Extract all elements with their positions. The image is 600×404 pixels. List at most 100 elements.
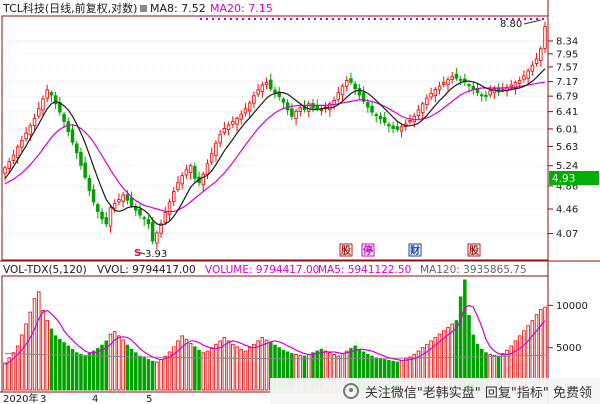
event-marker-glyph: 股	[341, 245, 352, 257]
candle-body	[100, 211, 104, 220]
volume-bar	[235, 346, 239, 391]
candle-body	[142, 217, 146, 220]
price-tick-label: 7.95	[556, 49, 578, 60]
volume-bar	[100, 344, 104, 391]
volume-bar	[83, 355, 87, 391]
volume-bar	[32, 298, 37, 391]
candle-body	[319, 109, 324, 111]
ma8-swatch	[140, 5, 147, 12]
candle-body	[429, 92, 433, 98]
candle-body	[231, 120, 235, 125]
volume-bar-series	[3, 279, 547, 391]
candlestick-series	[3, 21, 547, 250]
candle-body	[484, 94, 488, 98]
candle-body	[87, 178, 92, 191]
event-marker[interactable]: 停	[361, 243, 375, 257]
candle-body	[479, 94, 484, 97]
price-tick-label: 8.34	[556, 36, 578, 47]
candle-body	[79, 152, 83, 166]
price-grid	[2, 40, 548, 234]
candle-body	[357, 88, 362, 96]
candle-body	[83, 162, 87, 178]
volume-bar	[458, 296, 463, 391]
candle-body	[146, 219, 151, 225]
volume-bar	[239, 348, 244, 391]
candle-body	[45, 89, 49, 99]
volume-bar	[180, 335, 184, 391]
candle-body	[252, 95, 256, 104]
month-label-5: 5	[146, 394, 152, 404]
candle-body	[315, 105, 319, 110]
candle-body	[150, 222, 155, 242]
candle-body	[256, 89, 260, 95]
candle-body	[41, 98, 45, 111]
candle-body	[112, 203, 117, 209]
volume-bar	[45, 320, 49, 391]
candle-body	[408, 120, 412, 123]
candle-body	[543, 26, 547, 49]
watermark-text: 关注微信"老韩实盘" 回复"指标" 免费领	[364, 385, 592, 401]
volume-bar	[36, 291, 41, 391]
volume-bar	[3, 362, 7, 391]
candle-body	[96, 204, 100, 212]
volume-bar	[129, 348, 134, 391]
candle-body	[509, 84, 514, 87]
candle-body	[222, 128, 227, 134]
candle-body	[49, 92, 54, 96]
volume-bar	[62, 342, 66, 391]
candle-body	[534, 58, 539, 64]
volume-bar	[41, 310, 45, 391]
candle-body	[294, 110, 298, 119]
price-tick-label: 5.24	[556, 161, 578, 172]
candle-body	[391, 125, 395, 129]
candle-body	[530, 64, 535, 72]
price-tick-label: 6.79	[556, 92, 578, 103]
event-marker[interactable]: 股	[339, 243, 353, 257]
volume-bar	[24, 323, 28, 391]
high-price-arrow	[523, 19, 542, 25]
price-tick-labels: 8.347.957.577.176.796.416.015.635.244.86…	[548, 36, 578, 240]
volume-bar	[176, 340, 180, 391]
year-label: 2020年	[3, 392, 38, 404]
event-marker[interactable]: S	[134, 248, 141, 259]
volume-bar	[28, 311, 33, 391]
candle-body	[539, 48, 543, 62]
candle-body	[349, 78, 353, 83]
volume-bar	[108, 333, 113, 391]
candle-body	[273, 89, 277, 94]
volume-tick-label: 5000	[556, 343, 581, 354]
volume-bar	[74, 352, 79, 391]
volume-bar	[188, 343, 193, 391]
volume-bar	[121, 339, 125, 391]
volume-bar	[125, 344, 130, 391]
candle-body	[526, 70, 530, 79]
candle-body	[155, 232, 159, 244]
volume-indicator-name: VOL-TDX(5,120)	[3, 264, 87, 276]
candle-body	[336, 92, 341, 100]
candle-body	[281, 98, 286, 103]
volume-tick-labels: 10000 5000	[548, 301, 588, 354]
volume-bar	[209, 347, 214, 391]
candle-body	[433, 89, 438, 97]
candle-body	[125, 194, 130, 201]
ma8-label: MA8: 7.52	[150, 2, 206, 15]
candle-body	[129, 197, 134, 206]
candle-body	[425, 97, 429, 105]
event-marker[interactable]: 股	[467, 243, 481, 257]
low-price-label: 3.93	[145, 249, 167, 260]
candle-body	[201, 173, 206, 186]
candle-body	[239, 113, 244, 120]
event-marker[interactable]: 财	[408, 243, 422, 257]
volume-bar	[247, 347, 252, 391]
candle-body	[70, 129, 75, 143]
candle-body	[108, 207, 113, 227]
chart-canvas[interactable]: 8.347.957.577.176.796.416.015.635.244.86…	[0, 0, 600, 404]
candle-body	[117, 199, 121, 203]
volume-bar	[146, 359, 151, 391]
candle-body	[66, 121, 71, 133]
candle-body	[441, 82, 446, 85]
high-price-label: 8.80	[500, 19, 522, 30]
candle-body	[184, 169, 189, 176]
month-label-3: 3	[40, 394, 46, 404]
vvol-label: VVOL: 9794417.00	[97, 264, 196, 276]
